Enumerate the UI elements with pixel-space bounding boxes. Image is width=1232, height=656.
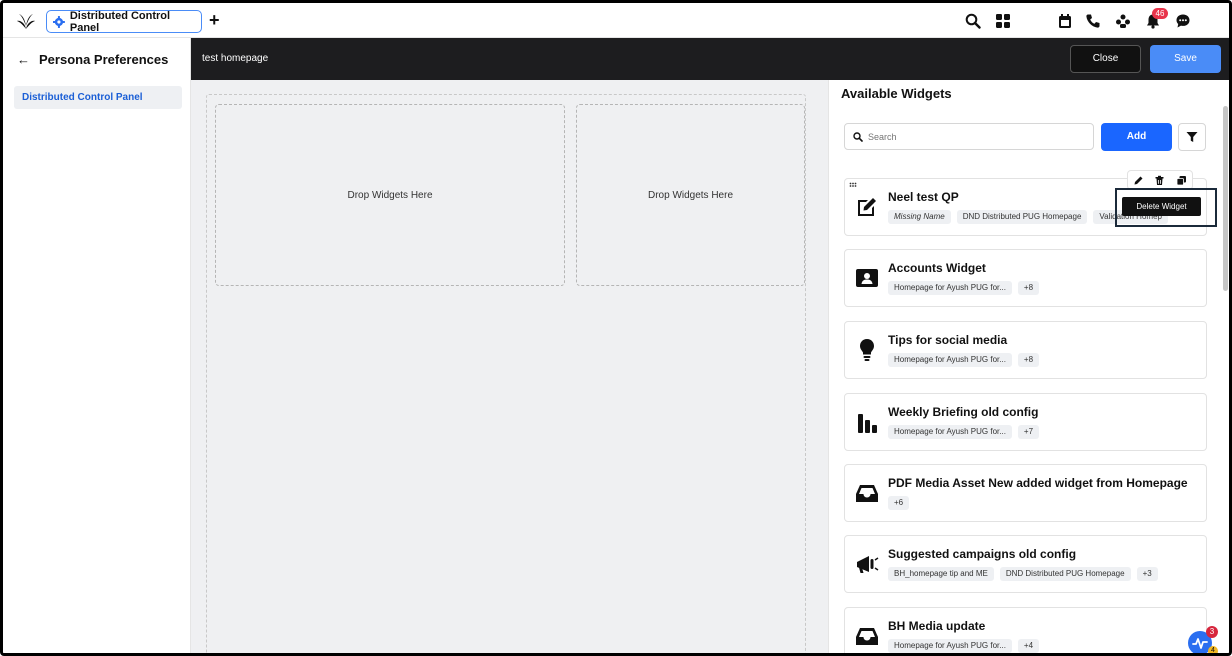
calendar-icon[interactable] [1057, 13, 1073, 29]
app-window: Distributed Control Panel + 46 ← Persona… [0, 0, 1232, 656]
fab-count-badge: 3 [1206, 626, 1218, 638]
widget-card[interactable]: PDF Media Asset New added widget from Ho… [844, 464, 1207, 522]
duplicate-icon[interactable] [1176, 175, 1187, 186]
close-button[interactable]: Close [1070, 45, 1141, 73]
sidebar-item-distributed-control-panel[interactable]: Distributed Control Panel [14, 86, 182, 109]
widget-tag: Homepage for Ayush PUG for... [888, 353, 1012, 367]
widget-title: Accounts Widget [888, 261, 986, 275]
widget-tag: Homepage for Ayush PUG for... [888, 639, 1012, 653]
widget-tag: Homepage for Ayush PUG for... [888, 281, 1012, 295]
pulse-icon [1192, 638, 1208, 649]
widget-card[interactable]: BH Media update Homepage for Ayush PUG f… [844, 607, 1207, 653]
widget-tag: DND Distributed PUG Homepage [999, 567, 1131, 581]
back-arrow-icon[interactable]: ← [17, 52, 30, 67]
filter-button[interactable] [1178, 123, 1206, 151]
widget-title: Tips for social media [888, 333, 1008, 347]
widget-tags: Homepage for Ayush PUG for... +8 [888, 281, 1040, 295]
widget-title: PDF Media Asset New added widget from Ho… [888, 476, 1188, 490]
add-button[interactable]: Add [1101, 123, 1172, 151]
widget-actions-toolbar [1127, 170, 1193, 190]
brand-logo-icon[interactable] [16, 12, 36, 30]
community-icon[interactable] [1115, 13, 1131, 29]
layout-row: Drop Widgets Here Drop Widgets Here [206, 94, 806, 653]
available-widgets-panel: Available Widgets Add Neel [828, 80, 1229, 653]
widget-tag: Homepage for Ayush PUG for... [888, 425, 1012, 439]
edit-pencil-icon[interactable] [1133, 175, 1144, 186]
widget-tag: Missing Name [888, 210, 951, 224]
bar-chart-icon [858, 414, 877, 433]
drop-zone-right[interactable]: Drop Widgets Here [576, 104, 805, 286]
notification-count-badge: 46 [1152, 8, 1168, 19]
panel-scrollbar[interactable] [1223, 106, 1228, 291]
sidebar-title: Persona Preferences [39, 52, 169, 67]
widget-card[interactable]: Tips for social media Homepage for Ayush… [844, 321, 1207, 379]
widget-tag-more: +7 [1017, 425, 1040, 439]
drop-zone-left[interactable]: Drop Widgets Here [215, 104, 565, 286]
widget-tag: DND Distributed PUG Homepage [956, 210, 1088, 224]
widget-card[interactable]: Suggested campaigns old config BH_homepa… [844, 535, 1207, 593]
tab-distributed-control-panel[interactable]: Distributed Control Panel [46, 9, 202, 34]
inbox-tray-icon [856, 485, 878, 502]
widget-tag-more: +3 [1136, 567, 1158, 581]
top-bar: Distributed Control Panel + 46 [3, 3, 1229, 38]
gear-icon [53, 15, 65, 28]
sidebar: ← Persona Preferences Distributed Contro… [3, 38, 191, 653]
editor-title: test homepage [202, 53, 269, 64]
new-tab-button[interactable]: + [209, 11, 220, 29]
layout-canvas: Drop Widgets Here Drop Widgets Here [191, 80, 828, 653]
widget-tag-more: +4 [1017, 639, 1040, 653]
widget-card[interactable]: Weekly Briefing old config Homepage for … [844, 393, 1207, 451]
widget-tags: Homepage for Ayush PUG for... +7 [888, 425, 1040, 439]
widget-tag-more: +6 [888, 496, 910, 510]
account-card-icon [856, 269, 878, 287]
search-box[interactable] [844, 123, 1094, 150]
widget-tags: Homepage for Ayush PUG for... +4 [888, 639, 1040, 653]
fab-warning-badge: 4 [1208, 646, 1218, 653]
back-row: ← Persona Preferences [17, 52, 168, 67]
search-icon[interactable] [965, 13, 981, 29]
megaphone-icon [857, 556, 879, 573]
trash-icon[interactable] [1154, 175, 1165, 186]
widget-card[interactable]: Accounts Widget Homepage for Ayush PUG f… [844, 249, 1207, 307]
search-icon [853, 131, 863, 142]
drag-handle-icon[interactable] [849, 182, 857, 190]
edit-square-icon [858, 198, 876, 216]
lightbulb-icon [860, 339, 874, 361]
inbox-tray-icon [856, 628, 878, 645]
editor-header: test homepage Close Save [191, 38, 1229, 80]
widget-tag-more: +8 [1017, 353, 1040, 367]
save-button[interactable]: Save [1150, 45, 1221, 73]
panel-title: Available Widgets [841, 86, 952, 101]
tab-label: Distributed Control Panel [69, 9, 171, 34]
apps-grid-icon[interactable] [995, 13, 1011, 29]
widget-tags: BH_homepage tip and ME DND Distributed P… [888, 567, 1158, 581]
widget-title: BH Media update [888, 619, 986, 633]
search-input[interactable] [868, 131, 1068, 142]
widget-title: Suggested campaigns old config [888, 547, 1077, 561]
delete-widget-tooltip: Delete Widget [1122, 197, 1201, 216]
chat-icon[interactable] [1175, 13, 1191, 29]
widget-tags: +6 [888, 496, 910, 510]
filter-icon [1186, 132, 1198, 142]
widget-tag-more: +8 [1017, 281, 1040, 295]
widget-tag: BH_homepage tip and ME [888, 567, 994, 581]
widget-title: Weekly Briefing old config [888, 405, 1039, 419]
widget-tags: Homepage for Ayush PUG for... +8 [888, 353, 1040, 367]
phone-icon[interactable] [1085, 13, 1101, 29]
